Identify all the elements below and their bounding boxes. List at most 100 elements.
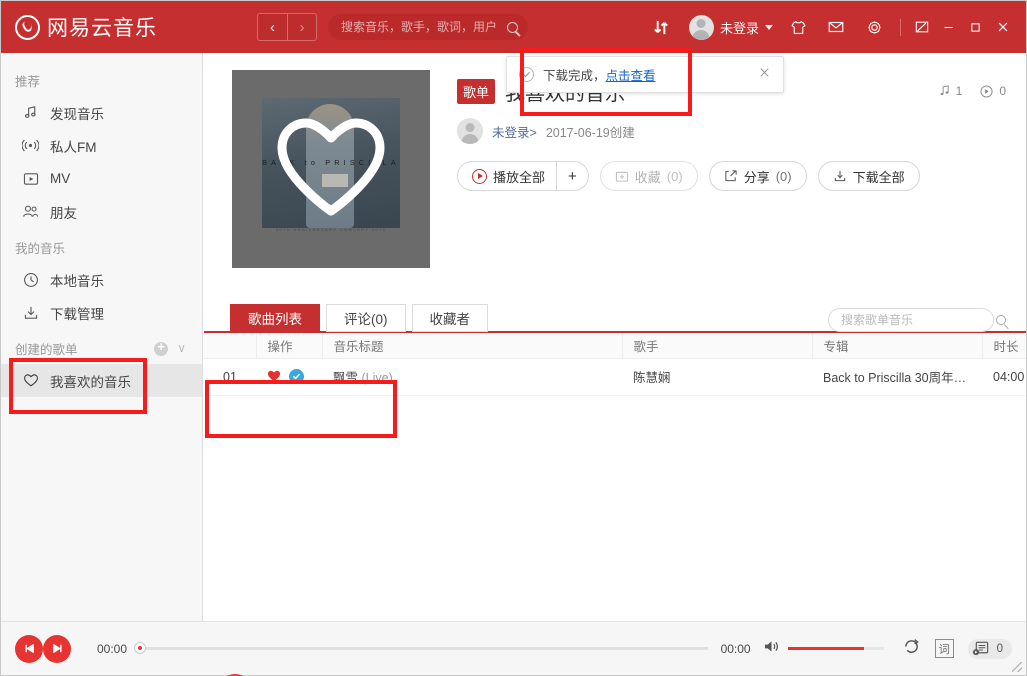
sidebar-item-download-manager[interactable]: 下载管理 <box>1 296 202 329</box>
volume-control <box>763 639 884 659</box>
tab-comments[interactable]: 评论(0) <box>326 304 406 332</box>
progress-slider[interactable] <box>140 647 708 650</box>
repeat-button[interactable] <box>902 638 921 660</box>
lyrics-button[interactable]: 词 <box>935 639 954 658</box>
playlist-badge: 歌单 <box>457 79 495 104</box>
search-icon <box>507 22 518 33</box>
row-artist[interactable]: 陈慧娴 <box>622 358 812 395</box>
cover-heart-icon <box>276 118 386 216</box>
total-time: 00:00 <box>721 642 751 656</box>
col-index <box>204 333 256 358</box>
sidebar-group-recommend: 推荐 <box>1 61 202 96</box>
share-button[interactable]: 分享 (0) <box>709 161 807 191</box>
sidebar-item-label: MV <box>50 171 70 186</box>
playlist-search-input[interactable] <box>841 313 996 327</box>
folder-plus-icon <box>615 170 629 183</box>
main-content: BACK to PRISCILLA 30TH ANNIVERSARY CONCE… <box>204 53 1026 621</box>
app-logo-label: 网易云音乐 <box>47 12 157 42</box>
col-title: 音乐标题 <box>322 333 622 358</box>
minimize-button[interactable] <box>935 1 962 53</box>
search-input[interactable] <box>341 20 507 34</box>
maximize-button[interactable] <box>962 1 989 53</box>
netease-cloud-music-window: 网易云音乐 ‹ › 未登录 <box>0 0 1027 676</box>
play-count: 0 <box>980 84 1006 98</box>
sidebar-item-mv[interactable]: MV <box>1 162 202 195</box>
resize-grip[interactable] <box>1012 662 1022 672</box>
row-index: 01 <box>204 358 256 395</box>
sync-button[interactable] <box>643 1 681 53</box>
tab-subscribers[interactable]: 收藏者 <box>412 304 489 332</box>
row-album[interactable]: Back to Priscilla 30周年演… <box>812 358 982 395</box>
friends-icon <box>22 203 39 220</box>
check-circle-icon <box>519 67 534 82</box>
sidebar-item-label: 朋友 <box>50 202 77 222</box>
previous-button[interactable] <box>15 635 43 663</box>
row-operations <box>256 358 322 395</box>
download-complete-toast: 下载完成， 点击查看 <box>506 56 784 93</box>
play-all-button[interactable]: 播放全部 <box>457 161 557 191</box>
next-button[interactable] <box>43 635 71 663</box>
download-all-button[interactable]: 下载全部 <box>818 161 920 191</box>
local-music-icon <box>22 271 39 288</box>
repeat-icon <box>902 638 921 655</box>
tab-song-list[interactable]: 歌曲列表 <box>230 304 320 332</box>
play-queue-button[interactable]: 0 <box>968 639 1012 659</box>
add-to-queue-button[interactable]: + <box>557 161 589 191</box>
sidebar-group-label: 创建的歌单 <box>15 339 78 358</box>
download-all-label: 下载全部 <box>853 167 905 186</box>
sidebar-item-friends[interactable]: 朋友 <box>1 195 202 228</box>
sidebar-item-label: 发现音乐 <box>50 103 104 123</box>
close-icon <box>996 20 1010 34</box>
sidebar-item-label: 我喜欢的音乐 <box>50 371 131 391</box>
nav-arrows: ‹ › <box>257 13 317 41</box>
play-all-group: 播放全部 + <box>457 161 589 191</box>
playlist-group-actions: ∨ <box>154 342 202 356</box>
mail-icon <box>827 18 845 36</box>
volume-slider[interactable] <box>788 647 884 650</box>
tshirt-icon <box>790 19 807 36</box>
author-name-link[interactable]: 未登录> <box>492 122 537 141</box>
mail-button[interactable] <box>817 1 855 53</box>
current-time: 00:00 <box>97 642 127 656</box>
close-button[interactable] <box>989 1 1016 53</box>
forward-button[interactable]: › <box>287 13 317 41</box>
chevron-down-icon[interactable]: ∨ <box>177 342 186 356</box>
col-artist: 歌手 <box>622 333 812 358</box>
sync-icon <box>652 18 671 37</box>
sidebar-item-local-music[interactable]: 本地音乐 <box>1 263 202 296</box>
chevron-down-icon <box>765 25 773 30</box>
sidebar-item-my-favorite-music[interactable]: 我喜欢的音乐 <box>1 364 202 397</box>
music-note-icon <box>22 104 39 121</box>
song-table-body: 01 <box>204 358 1026 395</box>
volume-icon[interactable] <box>763 639 780 659</box>
row-title[interactable]: 飘雪 (Live) <box>322 358 622 395</box>
user-menu[interactable]: 未登录 <box>681 15 779 40</box>
sidebar-item-personal-fm[interactable]: 私人FM <box>1 129 202 162</box>
sidebar-item-discover[interactable]: 发现音乐 <box>1 96 202 129</box>
share-icon <box>724 169 738 183</box>
music-note-icon <box>939 85 950 97</box>
skin-button[interactable] <box>908 1 935 53</box>
back-button[interactable]: ‹ <box>257 13 287 41</box>
collect-button[interactable]: 收藏 (0) <box>600 161 698 191</box>
settings-button[interactable] <box>855 1 893 53</box>
playlist-action-buttons: 播放全部 + 收藏 (0) <box>457 161 1026 191</box>
author-avatar[interactable] <box>457 118 483 144</box>
global-search[interactable] <box>328 14 528 40</box>
playlist-search[interactable] <box>828 308 994 332</box>
playlist-author-row: 未登录> 2017-06-19创建 <box>457 118 1026 144</box>
cover-subtitle-text: 30TH ANNIVERSARY CONCERT 2016 <box>232 227 430 232</box>
sidebar-item-label: 本地音乐 <box>50 270 104 290</box>
add-playlist-icon[interactable] <box>154 342 168 356</box>
progress-knob[interactable] <box>134 642 146 654</box>
toast-view-link[interactable]: 点击查看 <box>606 65 656 84</box>
app-logo[interactable]: 网易云音乐 <box>15 12 157 42</box>
header-right-controls: 未登录 <box>643 1 1026 53</box>
netease-logo-icon <box>15 15 40 40</box>
like-icon[interactable] <box>267 369 281 384</box>
playlist-cover[interactable]: BACK to PRISCILLA 30TH ANNIVERSARY CONCE… <box>232 70 430 268</box>
close-icon[interactable] <box>758 66 771 83</box>
gear-icon <box>866 19 883 36</box>
store-button[interactable] <box>779 1 817 53</box>
table-row[interactable]: 01 <box>204 358 1026 395</box>
